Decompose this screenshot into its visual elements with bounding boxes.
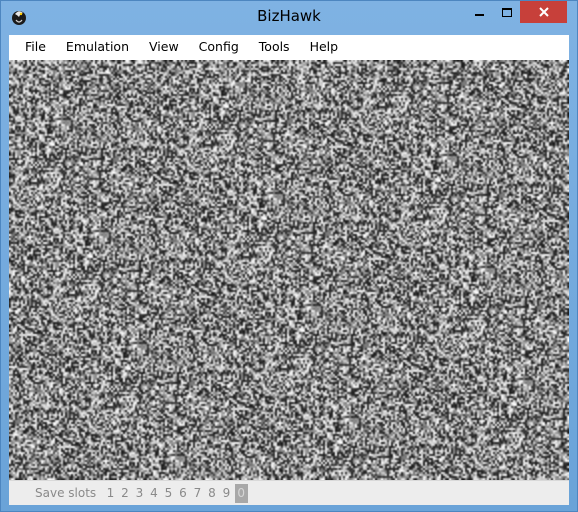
menu-file[interactable]: File: [9, 35, 56, 59]
save-slot-0[interactable]: 0: [234, 483, 248, 503]
menu-tools[interactable]: Tools: [249, 35, 300, 59]
status-bar: Save slots 1 2 3 4 5 6 7 8 9 0: [9, 480, 569, 505]
maximize-icon: [501, 7, 512, 17]
title-bar[interactable]: BizHawk: [1, 1, 577, 35]
save-slot-4[interactable]: 4: [147, 484, 162, 503]
minimize-button[interactable]: [466, 1, 493, 23]
save-slot-6[interactable]: 6: [176, 484, 191, 503]
minimize-icon: [475, 14, 484, 16]
menu-view[interactable]: View: [139, 35, 189, 59]
menu-config[interactable]: Config: [189, 35, 249, 59]
maximize-button[interactable]: [493, 1, 520, 23]
menu-bar: File Emulation View Config Tools Help: [9, 35, 569, 59]
bizhawk-window: BizHawk File Emulation View Config Tools…: [0, 0, 578, 512]
menu-help[interactable]: Help: [300, 35, 349, 59]
menu-emulation[interactable]: Emulation: [56, 35, 139, 59]
close-icon: [538, 7, 549, 17]
emulator-screen[interactable]: [9, 60, 569, 480]
save-slot-8[interactable]: 8: [205, 484, 220, 503]
client-area: File Emulation View Config Tools Help Sa…: [9, 35, 569, 505]
static-noise-display: [9, 60, 569, 480]
save-slot-3[interactable]: 3: [132, 484, 147, 503]
save-slots-label: Save slots: [35, 486, 97, 500]
save-slot-2[interactable]: 2: [118, 484, 133, 503]
save-slot-5[interactable]: 5: [161, 484, 176, 503]
save-slot-1[interactable]: 1: [103, 484, 118, 503]
save-slot-9[interactable]: 9: [219, 484, 234, 503]
save-slot-7[interactable]: 7: [190, 484, 205, 503]
close-button[interactable]: [520, 1, 567, 23]
